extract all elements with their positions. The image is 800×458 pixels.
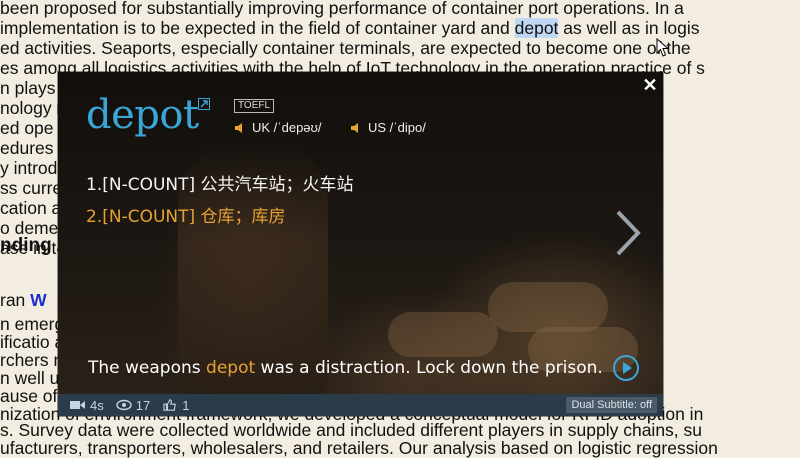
speaker-icon [351,122,358,133]
likes-stat[interactable]: 1 [162,398,189,413]
document-line: ed activities. Seaports, especially cont… [0,38,691,58]
document-line: been proposed for substantially improvin… [0,0,684,18]
scene-prop [388,312,498,357]
pronunciation-us-text: US /ˈdipo/ [368,120,426,135]
duration-value: 4s [90,397,104,413]
dual-subtitle-toggle[interactable]: Dual Subtitle: off [566,397,657,413]
expand-icon[interactable] [198,98,210,110]
pronunciation-uk[interactable]: UK /ˈdepəʊ/ [234,120,322,135]
speaker-icon [235,122,242,133]
likes-value: 1 [182,397,190,413]
scene-prop [488,282,608,332]
thumbs-up-icon [163,399,176,411]
status-bar: 4s 17 1 Dual Subtitle: off [58,394,663,416]
mouse-cursor-icon [656,38,670,57]
subtitle-line: The weapons depot was a distraction. Loc… [88,358,603,378]
video-icon [70,401,85,409]
definition-2: 2.[N-COUNT] 仓库；库房 [86,207,286,227]
subtitle-pre: The weapons [88,358,207,378]
document-line: ufacturers, transporters, wholesalers, a… [0,438,718,458]
definition-1: 1.[N-COUNT] 公共汽车站；火车站 [86,175,354,195]
document-text: ran [0,290,31,310]
document-line: s. Survey data were collected worldwide … [0,420,703,440]
headword: depot [86,92,199,138]
views-stat: 17 [116,398,150,413]
document-line: implementation is to be expected in the … [0,18,699,38]
pronunciation-us[interactable]: US /ˈdipo/ [350,120,426,135]
subtitle-post: was a distraction. Lock down the prison. [255,358,603,378]
close-button[interactable]: ✕ [641,76,659,94]
views-value: 17 [135,397,151,413]
document-line: ran W [0,290,47,310]
dictionary-popup: ✕ depot TOEFL UK /ˈdepəʊ/ US /ˈdipo/ 1.[… [58,72,663,416]
exam-badge: TOEFL [234,99,275,113]
chevron-right-icon[interactable] [612,208,644,258]
document-emphasis: W [30,290,47,310]
selected-word[interactable]: depot [514,18,559,38]
eye-icon [116,399,132,411]
pronunciation-uk-text: UK /ˈdepəʊ/ [252,120,322,135]
subtitle-keyword: depot [206,358,256,378]
duration-stat: 4s [70,398,104,413]
document-text: implementation is to be expected in the … [0,18,515,38]
document-text: as well as in logis [558,18,700,38]
play-icon[interactable] [612,354,640,382]
